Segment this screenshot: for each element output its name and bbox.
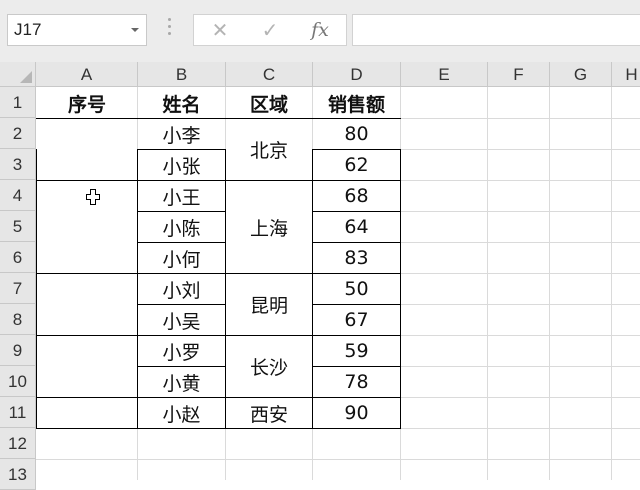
table-border [36, 149, 37, 429]
sales-cell[interactable]: 64 [313, 212, 400, 242]
region-cell[interactable]: 北京 [226, 119, 312, 180]
seq-cell[interactable] [37, 274, 137, 335]
name-cell[interactable]: 小王 [138, 181, 225, 211]
name-cell[interactable]: 小吴 [138, 305, 225, 335]
table-border [36, 397, 401, 398]
row-header-11[interactable]: 11 [0, 397, 36, 428]
name-cell[interactable]: 小张 [138, 150, 225, 180]
column-header-b[interactable]: B [138, 62, 226, 87]
table-border [312, 149, 401, 150]
column-header-c[interactable]: C [226, 62, 313, 87]
name-cell[interactable]: 小黄 [138, 367, 225, 397]
region-cell[interactable]: 长沙 [226, 336, 312, 397]
chevron-down-icon[interactable] [131, 28, 139, 32]
name-cell[interactable]: 小陈 [138, 212, 225, 242]
table-border [36, 118, 401, 119]
table-border [36, 180, 401, 181]
gridline [549, 87, 550, 480]
more-options-icon[interactable] [166, 18, 172, 42]
name-cell[interactable]: 小刘 [138, 274, 225, 304]
row-header-12[interactable]: 12 [0, 428, 36, 459]
worksheet-grid[interactable]: A B C D E F G H 1 2 3 4 5 6 7 8 9 10 11 … [0, 62, 640, 490]
seq-cell[interactable] [37, 398, 137, 428]
row-header-2[interactable]: 2 [0, 118, 36, 149]
table-border [36, 273, 401, 274]
row-header-1[interactable]: 1 [0, 87, 36, 118]
gridline [611, 87, 612, 480]
header-seq[interactable]: 序号 [37, 88, 137, 118]
sales-cell[interactable]: 67 [313, 305, 400, 335]
formula-buttons: ✕ ✓ fx [193, 14, 347, 46]
header-region[interactable]: 区域 [226, 88, 312, 118]
sales-cell[interactable]: 62 [313, 150, 400, 180]
table-border [137, 149, 225, 150]
row-header-6[interactable]: 6 [0, 242, 36, 273]
sales-cell[interactable]: 50 [313, 274, 400, 304]
sales-cell[interactable]: 83 [313, 243, 400, 273]
formula-bar: J17 ✕ ✓ fx [0, 0, 640, 62]
cancel-icon[interactable]: ✕ [200, 15, 240, 45]
row-header-13[interactable]: 13 [0, 459, 36, 490]
region-cell[interactable]: 西安 [226, 398, 312, 428]
table-border [137, 366, 225, 367]
name-cell[interactable]: 小赵 [138, 398, 225, 428]
table-border [225, 149, 226, 429]
table-border [137, 149, 138, 429]
table-border [312, 149, 313, 429]
name-cell[interactable]: 小罗 [138, 336, 225, 366]
row-header-4[interactable]: 4 [0, 180, 36, 211]
sales-cell[interactable]: 78 [313, 367, 400, 397]
name-box[interactable]: J17 [7, 14, 147, 46]
name-box-value: J17 [14, 20, 42, 39]
column-header-e[interactable]: E [401, 62, 488, 87]
table-border [137, 242, 225, 243]
table-border [36, 335, 401, 336]
column-header-d[interactable]: D [313, 62, 401, 87]
row-header-3[interactable]: 3 [0, 149, 36, 180]
column-header-a[interactable]: A [36, 62, 138, 87]
table-border [137, 211, 225, 212]
name-cell[interactable]: 小李 [138, 119, 225, 149]
column-header-h[interactable]: H [612, 62, 640, 87]
sales-cell[interactable]: 68 [313, 181, 400, 211]
sales-cell[interactable]: 59 [313, 336, 400, 366]
seq-cell[interactable] [37, 181, 137, 273]
row-header-8[interactable]: 8 [0, 304, 36, 335]
table-border [36, 428, 401, 429]
gridline [36, 459, 640, 460]
column-header-g[interactable]: G [550, 62, 612, 87]
table-border [312, 366, 401, 367]
row-header-7[interactable]: 7 [0, 273, 36, 304]
formula-input[interactable] [352, 14, 640, 46]
table-border [400, 149, 401, 429]
insert-function-icon[interactable]: fx [300, 15, 340, 45]
column-header-f[interactable]: F [488, 62, 550, 87]
seq-cell[interactable] [37, 336, 137, 397]
table-border [312, 211, 401, 212]
table-border [137, 304, 225, 305]
seq-cell[interactable] [37, 119, 137, 180]
row-header-5[interactable]: 5 [0, 211, 36, 242]
sales-cell[interactable]: 80 [313, 119, 400, 149]
region-cell[interactable]: 上海 [226, 181, 312, 273]
header-name[interactable]: 姓名 [138, 88, 225, 118]
enter-icon[interactable]: ✓ [250, 15, 290, 45]
row-header-10[interactable]: 10 [0, 366, 36, 397]
name-cell[interactable]: 小何 [138, 243, 225, 273]
row-header-9[interactable]: 9 [0, 335, 36, 366]
gridline [487, 87, 488, 480]
table-border [312, 304, 401, 305]
region-cell[interactable]: 昆明 [226, 274, 312, 335]
select-all-button[interactable] [0, 62, 36, 87]
sales-cell[interactable]: 90 [313, 398, 400, 428]
header-sales[interactable]: 销售额 [313, 88, 400, 118]
table-border [312, 242, 401, 243]
